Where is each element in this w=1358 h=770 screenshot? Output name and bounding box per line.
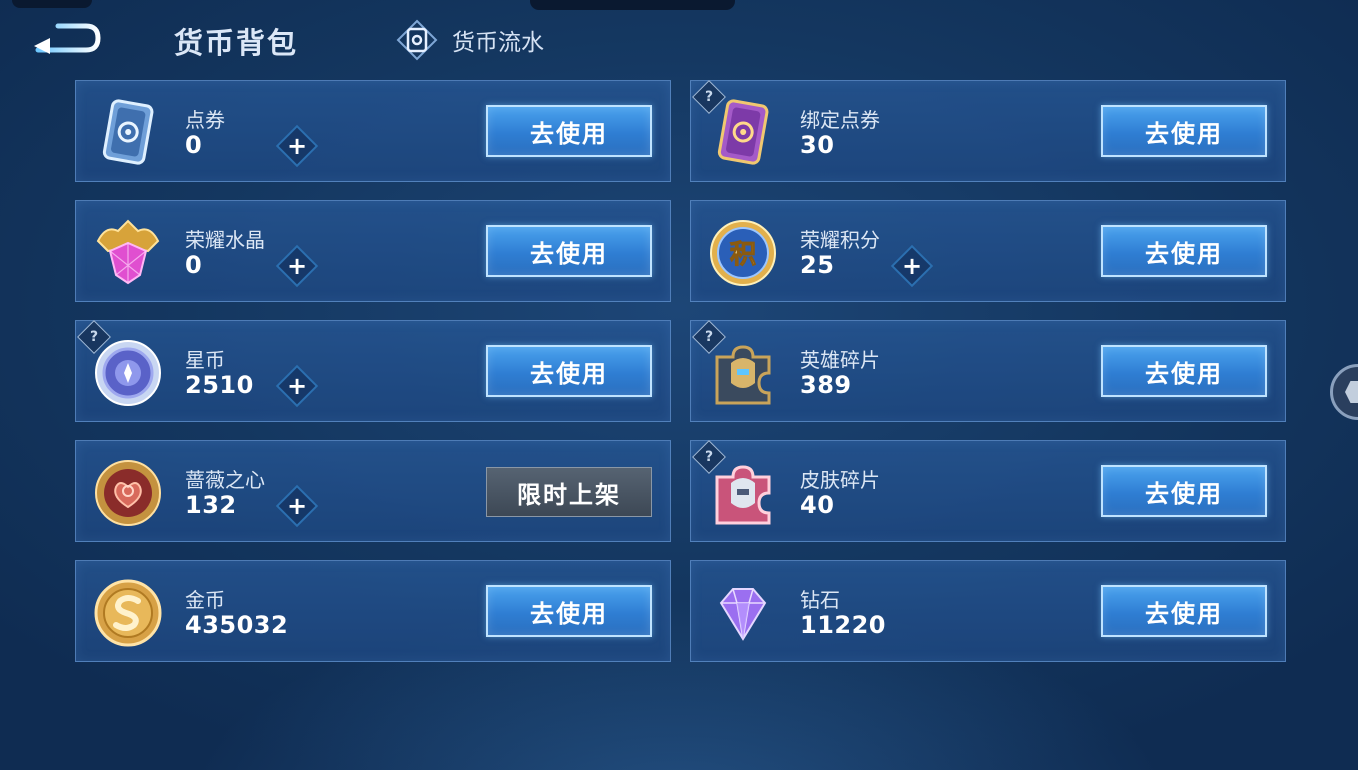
page-title: 货币背包 [174,26,299,60]
gold-coin-icon [94,579,162,647]
currency-name: 荣耀积分 [800,228,880,252]
use-coupon-button[interactable]: 去使用 [486,105,652,157]
diamond-icon [719,588,767,641]
currency-value: 11220 [800,611,886,639]
currency-card-hero-shard: ? 英雄碎片 389 去使用 [690,320,1286,422]
currency-card-coupon: 点券 0 + 去使用 [75,80,671,182]
currency-name: 荣耀水晶 [185,228,265,252]
use-diamond-button[interactable]: 去使用 [1101,585,1267,637]
use-glory-crystal-button[interactable]: 去使用 [486,225,652,277]
currency-name: 钻石 [800,588,840,612]
currency-value: 40 [800,491,835,519]
ledger-icon [396,19,438,61]
currency-value: 0 [185,131,203,159]
currency-name: 绑定点券 [800,108,880,132]
glory-crystal-icon [96,219,160,285]
currency-card-diamond: 钻石 11220 去使用 [690,560,1286,662]
points-glyph: 积 [730,240,756,270]
bound-coupon-icon [717,99,769,165]
currency-backpack-screen: 货币背包 货币流水 点券 0 + 去使用 荣耀水晶 0 + 去使用 ? 星币 2… [0,0,1358,770]
back-arrow-icon[interactable] [30,22,102,58]
currency-flow-button[interactable]: 货币流水 [396,19,544,61]
use-star-coin-button[interactable]: 去使用 [486,345,652,397]
currency-value: 25 [800,251,835,279]
status-notch [530,0,735,10]
currency-card-skin-shard: ? 皮肤碎片 40 去使用 [690,440,1286,542]
add-star-coin-button[interactable]: + [275,364,319,408]
use-bound-coupon-button[interactable]: 去使用 [1101,105,1267,157]
currency-value: 132 [185,491,237,519]
rose-heart-icon [95,460,161,526]
currency-name: 英雄碎片 [800,348,880,372]
hero-shard-icon [715,345,771,405]
currency-card-bound-coupon: ? 绑定点券 30 去使用 [690,80,1286,182]
skin-shard-icon [715,465,771,525]
plus-icon: + [901,252,923,280]
currency-card-glory-points: 积 荣耀积分 25 + 去使用 [690,200,1286,302]
currency-card-rose-heart: 蔷薇之心 132 + 限时上架 [75,440,671,542]
coupon-icon [102,99,154,165]
currency-name: 金币 [185,588,225,612]
currency-value: 0 [185,251,203,279]
star-coin-icon [95,340,161,406]
currency-value: 435032 [185,611,289,639]
currency-name: 皮肤碎片 [800,468,880,492]
add-glory-crystal-button[interactable]: + [275,244,319,288]
currency-name: 点券 [185,108,225,132]
use-hero-shard-button[interactable]: 去使用 [1101,345,1267,397]
add-glory-points-button[interactable]: + [890,244,934,288]
add-rose-heart-button[interactable]: + [275,484,319,528]
plus-icon: + [286,132,308,160]
use-glory-points-button[interactable]: 去使用 [1101,225,1267,277]
currency-name: 蔷薇之心 [185,468,265,492]
currency-value: 389 [800,371,852,399]
add-coupon-button[interactable]: + [275,124,319,168]
currency-card-glory-crystal: 荣耀水晶 0 + 去使用 [75,200,671,302]
currency-flow-label: 货币流水 [452,30,544,56]
plus-icon: + [286,252,308,280]
glory-points-icon: 积 [710,220,776,286]
currency-card-star-coin: ? 星币 2510 + 去使用 [75,320,671,422]
currency-name: 星币 [185,348,225,372]
status-notch [12,0,92,8]
side-settings-button[interactable] [1330,364,1358,420]
currency-value: 2510 [185,371,254,399]
limited-time-button: 限时上架 [486,467,652,517]
use-gold-coin-button[interactable]: 去使用 [486,585,652,637]
plus-icon: + [286,372,308,400]
plus-icon: + [286,492,308,520]
use-skin-shard-button[interactable]: 去使用 [1101,465,1267,517]
currency-value: 30 [800,131,835,159]
currency-card-gold-coin: 金币 435032 去使用 [75,560,671,662]
